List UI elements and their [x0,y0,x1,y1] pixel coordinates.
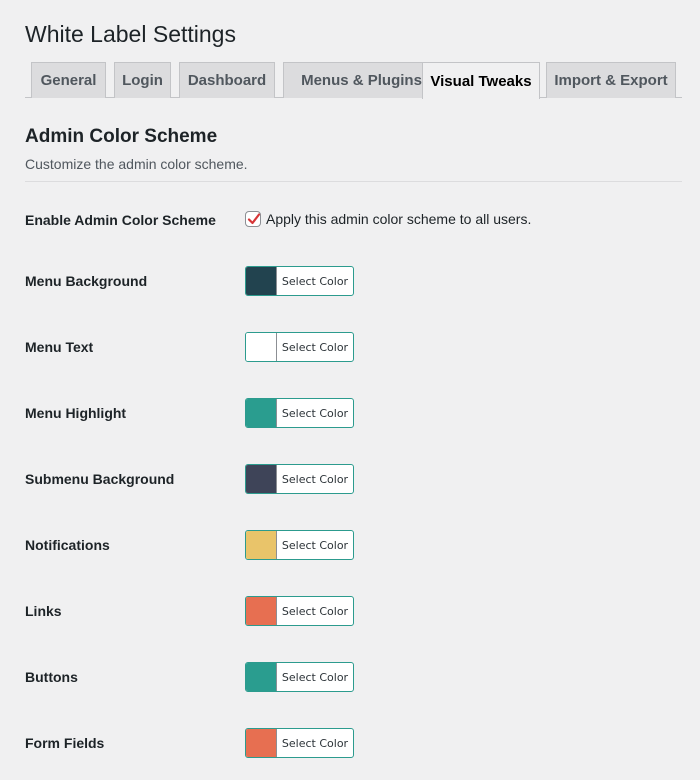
settings-tabs: General Login Dashboard Menus & Plugins … [25,62,682,99]
links-label: Links [25,603,62,619]
enable-scheme-text: Apply this admin color scheme to all use… [266,211,532,227]
section-description: Customize the admin color scheme. [25,156,248,172]
color-swatch [246,399,277,427]
select-color-button[interactable]: Select Color [277,597,353,625]
links-color-picker[interactable]: Select Color [245,596,354,626]
tab-menus-plugins[interactable]: Menus & Plugins [283,62,440,98]
tab-dashboard[interactable]: Dashboard [179,62,275,98]
tab-login[interactable]: Login [114,62,171,98]
tab-general[interactable]: General [31,62,106,98]
color-swatch [246,531,277,559]
notifications-label: Notifications [25,537,110,553]
page-title: White Label Settings [25,21,236,47]
menu-background-color-picker[interactable]: Select Color [245,266,354,296]
enable-scheme-label: Enable Admin Color Scheme [25,212,216,228]
color-swatch [246,663,277,691]
select-color-button[interactable]: Select Color [277,267,353,295]
color-swatch [246,267,277,295]
menu-text-label: Menu Text [25,339,94,355]
buttons-color-picker[interactable]: Select Color [245,662,354,692]
color-swatch [246,333,277,361]
notifications-color-picker[interactable]: Select Color [245,530,354,560]
submenu-background-label: Submenu Background [25,471,175,487]
menu-text-color-picker[interactable]: Select Color [245,332,354,362]
color-swatch [246,729,277,757]
menu-highlight-label: Menu Highlight [25,405,127,421]
menu-highlight-color-picker[interactable]: Select Color [245,398,354,428]
color-swatch [246,597,277,625]
select-color-button[interactable]: Select Color [277,465,353,493]
menu-background-label: Menu Background [25,273,148,289]
submenu-background-color-picker[interactable]: Select Color [245,464,354,494]
select-color-button[interactable]: Select Color [277,663,353,691]
checkmark-icon [247,213,261,225]
section-title: Admin Color Scheme [25,126,218,147]
select-color-button[interactable]: Select Color [277,333,353,361]
select-color-button[interactable]: Select Color [277,399,353,427]
tab-visual-tweaks[interactable]: Visual Tweaks [422,62,540,99]
tab-import-export[interactable]: Import & Export [546,62,676,98]
enable-scheme-option[interactable]: Apply this admin color scheme to all use… [245,210,531,228]
section-divider [25,181,682,182]
enable-scheme-checkbox[interactable] [245,211,261,227]
form-fields-color-picker[interactable]: Select Color [245,728,354,758]
buttons-label: Buttons [25,669,78,685]
select-color-button[interactable]: Select Color [277,531,353,559]
color-swatch [246,465,277,493]
form-fields-label: Form Fields [25,735,105,751]
select-color-button[interactable]: Select Color [277,729,353,757]
